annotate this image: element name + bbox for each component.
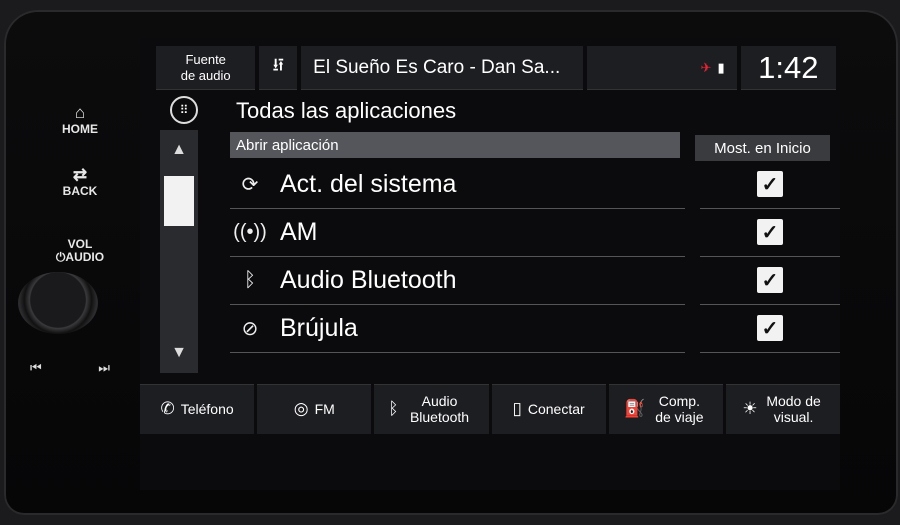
top-bar: Fuente de audio ⭿ El Sueño Es Caro - Dan …	[156, 46, 836, 90]
compass-icon: ⊘	[241, 317, 259, 340]
nav-label: Comp. de viaje	[655, 393, 704, 425]
app-open-button[interactable]: ᛒ Audio Bluetooth	[230, 256, 685, 305]
phone-icon: ✆	[160, 399, 175, 419]
nav-display-mode-button[interactable]: ☀ Modo de visual.	[725, 384, 840, 434]
nav-phone-button[interactable]: ✆ Teléfono	[140, 384, 255, 434]
app-list: ⟳ Act. del sistema ✓ ((•)) AM ✓ ᛒ Audio …	[230, 160, 840, 353]
list-item: ((•)) AM ✓	[230, 208, 840, 257]
bottom-nav: ✆ Teléfono ◎ FM ᛒ Audio Bluetooth ▯ Cone…	[140, 384, 840, 434]
list-item: ᛒ Audio Bluetooth ✓	[230, 256, 840, 305]
audio-source-label-line2: de audio	[180, 67, 231, 83]
show-home-cell: ✓	[700, 256, 840, 305]
status-icons: ✈ ▮	[587, 46, 737, 90]
list-scrollbar[interactable]: ▲ ▼	[160, 130, 198, 373]
app-label: Brújula	[280, 313, 358, 342]
home-button-label: HOME	[62, 121, 98, 136]
vol-audio-button[interactable]: VOL ⏻AUDIO	[48, 238, 112, 263]
nav-label: Audio Bluetooth	[409, 393, 470, 425]
app-open-button[interactable]: ⟳ Act. del sistema	[230, 160, 685, 209]
column-header-show-home: Most. en Inicio	[695, 135, 830, 161]
next-track-icon[interactable]: ⏭	[98, 360, 110, 376]
show-home-checkbox[interactable]: ✓	[757, 315, 783, 341]
app-open-button[interactable]: ((•)) AM	[230, 208, 685, 257]
now-playing[interactable]: El Sueño Es Caro - Dan Sa...	[301, 46, 584, 90]
scroll-thumb[interactable]	[164, 176, 194, 226]
track-buttons: ⏮ ⏭	[30, 360, 110, 376]
volume-knob[interactable]	[18, 272, 98, 334]
app-label: Act. del sistema	[280, 169, 457, 198]
page-title: Todas las aplicaciones	[236, 98, 457, 123]
home-button[interactable]: ⌂ HOME	[48, 104, 112, 135]
nav-label: Modo de visual.	[766, 393, 821, 425]
nav-label: FM	[314, 400, 335, 417]
show-home-cell: ✓	[700, 160, 840, 209]
clock-time: 1:42	[758, 49, 819, 85]
nav-connect-button[interactable]: ▯ Conectar	[491, 384, 606, 434]
nav-trip-computer-button[interactable]: ⛽ Comp. de viaje	[608, 384, 723, 434]
now-playing-title: El Sueño Es Caro - Dan Sa...	[313, 56, 561, 78]
usb-icon: ⭿	[259, 46, 298, 90]
back-button[interactable]: ⇄ BACK	[48, 166, 112, 197]
no-gps-icon: ✈	[700, 59, 712, 75]
list-item: ⟳ Act. del sistema ✓	[230, 160, 840, 209]
app-label: Audio Bluetooth	[280, 265, 457, 294]
smartphone-icon: ▯	[512, 399, 522, 419]
back-arrow-icon: ⇄	[72, 165, 88, 184]
scroll-up-icon[interactable]: ▲	[160, 132, 198, 168]
refresh-icon: ⟳	[241, 173, 259, 196]
nav-label: Teléfono	[180, 400, 234, 417]
phone-battery-icon: ▮	[717, 59, 725, 75]
clock: 1:42	[740, 46, 836, 90]
back-button-label: BACK	[62, 183, 98, 198]
show-home-cell: ✓	[700, 304, 840, 353]
home-icon: ⌂	[74, 103, 86, 122]
fuel-icon: ⛽	[624, 399, 646, 419]
audio-source-button[interactable]: Fuente de audio	[156, 46, 256, 90]
app-label: AM	[280, 217, 318, 246]
scroll-down-icon[interactable]: ▼	[160, 335, 198, 371]
bluetooth-icon: ᛒ	[244, 268, 256, 291]
touchscreen: Fuente de audio ⭿ El Sueño Es Caro - Dan …	[140, 38, 840, 490]
column-header-open-app: Abrir aplicación	[230, 132, 680, 158]
previous-track-icon[interactable]: ⏮	[30, 360, 42, 376]
show-home-checkbox[interactable]: ✓	[757, 171, 783, 197]
nav-bluetooth-audio-button[interactable]: ᛒ Audio Bluetooth	[374, 384, 489, 434]
audio-label: AUDIO	[65, 249, 105, 264]
page-header: ⠿ Todas las aplicaciones	[156, 94, 836, 130]
column-header-show-home-label: Most. en Inicio	[714, 139, 811, 157]
app-grid-icon[interactable]: ⠿	[170, 96, 198, 124]
power-icon: ⏻	[55, 249, 66, 264]
bluetooth-icon: ᛒ	[388, 399, 399, 419]
list-item: ⊘ Brújula ✓	[230, 304, 840, 353]
audio-source-label-line1: Fuente	[185, 51, 226, 67]
show-home-checkbox[interactable]: ✓	[757, 219, 783, 245]
column-header-open-app-label: Abrir aplicación	[236, 136, 339, 154]
radio-antenna-icon: ((•))	[233, 220, 267, 243]
show-home-cell: ✓	[700, 208, 840, 257]
app-open-button[interactable]: ⊘ Brújula	[230, 304, 685, 353]
nav-label: Conectar	[527, 400, 585, 417]
brightness-icon: ☀	[742, 399, 758, 419]
nav-fm-button[interactable]: ◎ FM	[257, 384, 372, 434]
radio-icon: ◎	[293, 399, 309, 419]
show-home-checkbox[interactable]: ✓	[757, 267, 783, 293]
